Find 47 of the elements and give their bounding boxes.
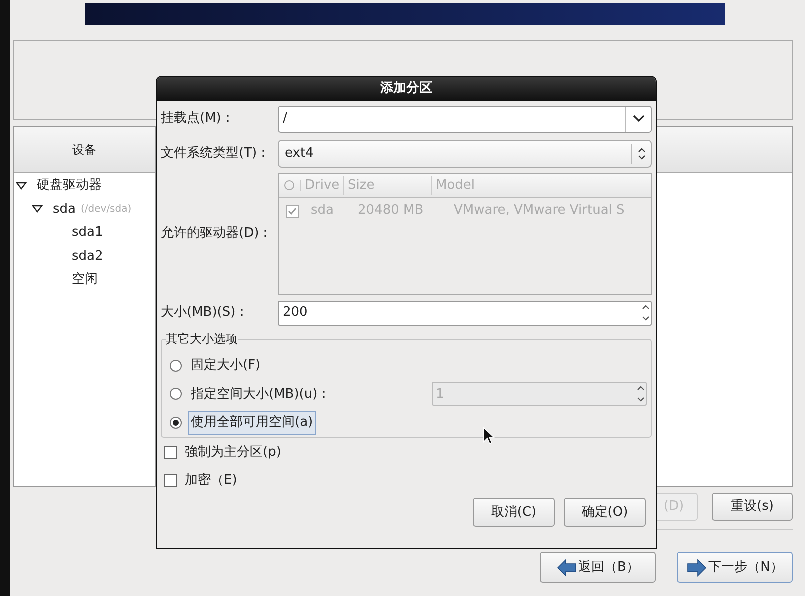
dialog-button[interactable]: 取消(C): [473, 498, 555, 527]
radio-button[interactable]: [170, 388, 182, 400]
checkbox-label[interactable]: 加密（E): [185, 470, 238, 490]
panel-button[interactable]: 重设(s): [712, 493, 793, 521]
next-button[interactable]: 下一步（N）: [677, 552, 793, 583]
tree-item-label[interactable]: sda2: [72, 246, 104, 266]
radio-column-icon: [284, 180, 295, 191]
tree-item-label[interactable]: 硬盘驱动器: [37, 176, 102, 196]
dialog-button[interactable]: 确定(O): [564, 498, 646, 527]
table-cell-text: VMware, VMware Virtual S: [454, 202, 625, 220]
mouse-pointer-icon: [483, 427, 495, 445]
select-value: ext4: [284, 145, 315, 164]
radio-button[interactable]: [170, 416, 182, 429]
mount-point-combo[interactable]: /: [278, 106, 652, 132]
option-label[interactable]: 指定空间大小(MB)(u)：: [188, 382, 334, 406]
field-label: 文件系统类型(T)：: [161, 145, 272, 164]
expanded-triangle-icon[interactable]: [32, 205, 43, 214]
group-title: 其它大小选项: [166, 331, 238, 347]
up-down-arrows-icon: [638, 148, 646, 160]
radio-button[interactable]: [170, 360, 182, 372]
checkbox[interactable]: [286, 204, 298, 218]
expanded-triangle-icon[interactable]: [16, 182, 27, 190]
tree-item-label[interactable]: 空闲: [72, 270, 98, 290]
table-cell-text: 20480 MB: [358, 202, 425, 220]
tree-item-label[interactable]: sda1: [72, 223, 104, 242]
checkbox-label[interactable]: 強制为主分区(p): [185, 442, 282, 462]
spinbox-value: 1: [435, 386, 446, 404]
size-spinbox[interactable]: 200: [278, 300, 652, 326]
right-arrow-icon: [686, 558, 707, 576]
column-header[interactable]: 设备: [14, 127, 155, 173]
field-label: 挂载点(M)：: [161, 110, 236, 128]
device-path: (/dev/sda): [81, 202, 132, 217]
dialog-title: 添加分区: [380, 80, 432, 98]
tree-item-label[interactable]: sda: [53, 200, 76, 219]
filesystem-select[interactable]: ext4: [278, 140, 652, 168]
table-cell-text: sda: [310, 202, 335, 220]
back-button[interactable]: 返回（B）: [540, 552, 656, 583]
checkbox[interactable]: [164, 446, 177, 459]
spinbox-value: 200: [282, 304, 309, 322]
field-label: 允许的驱动器(D)：: [161, 225, 274, 244]
dropdown-chevron-icon[interactable]: [632, 115, 644, 123]
left-arrow-icon: [556, 558, 577, 576]
combo-value: /: [282, 110, 288, 128]
option-label[interactable]: 固定大小(F): [188, 354, 264, 378]
option-label[interactable]: 使用全部可用空间(a): [188, 411, 316, 435]
field-label: 大小(MB)(S)：: [161, 304, 250, 322]
checkbox[interactable]: [164, 474, 177, 487]
